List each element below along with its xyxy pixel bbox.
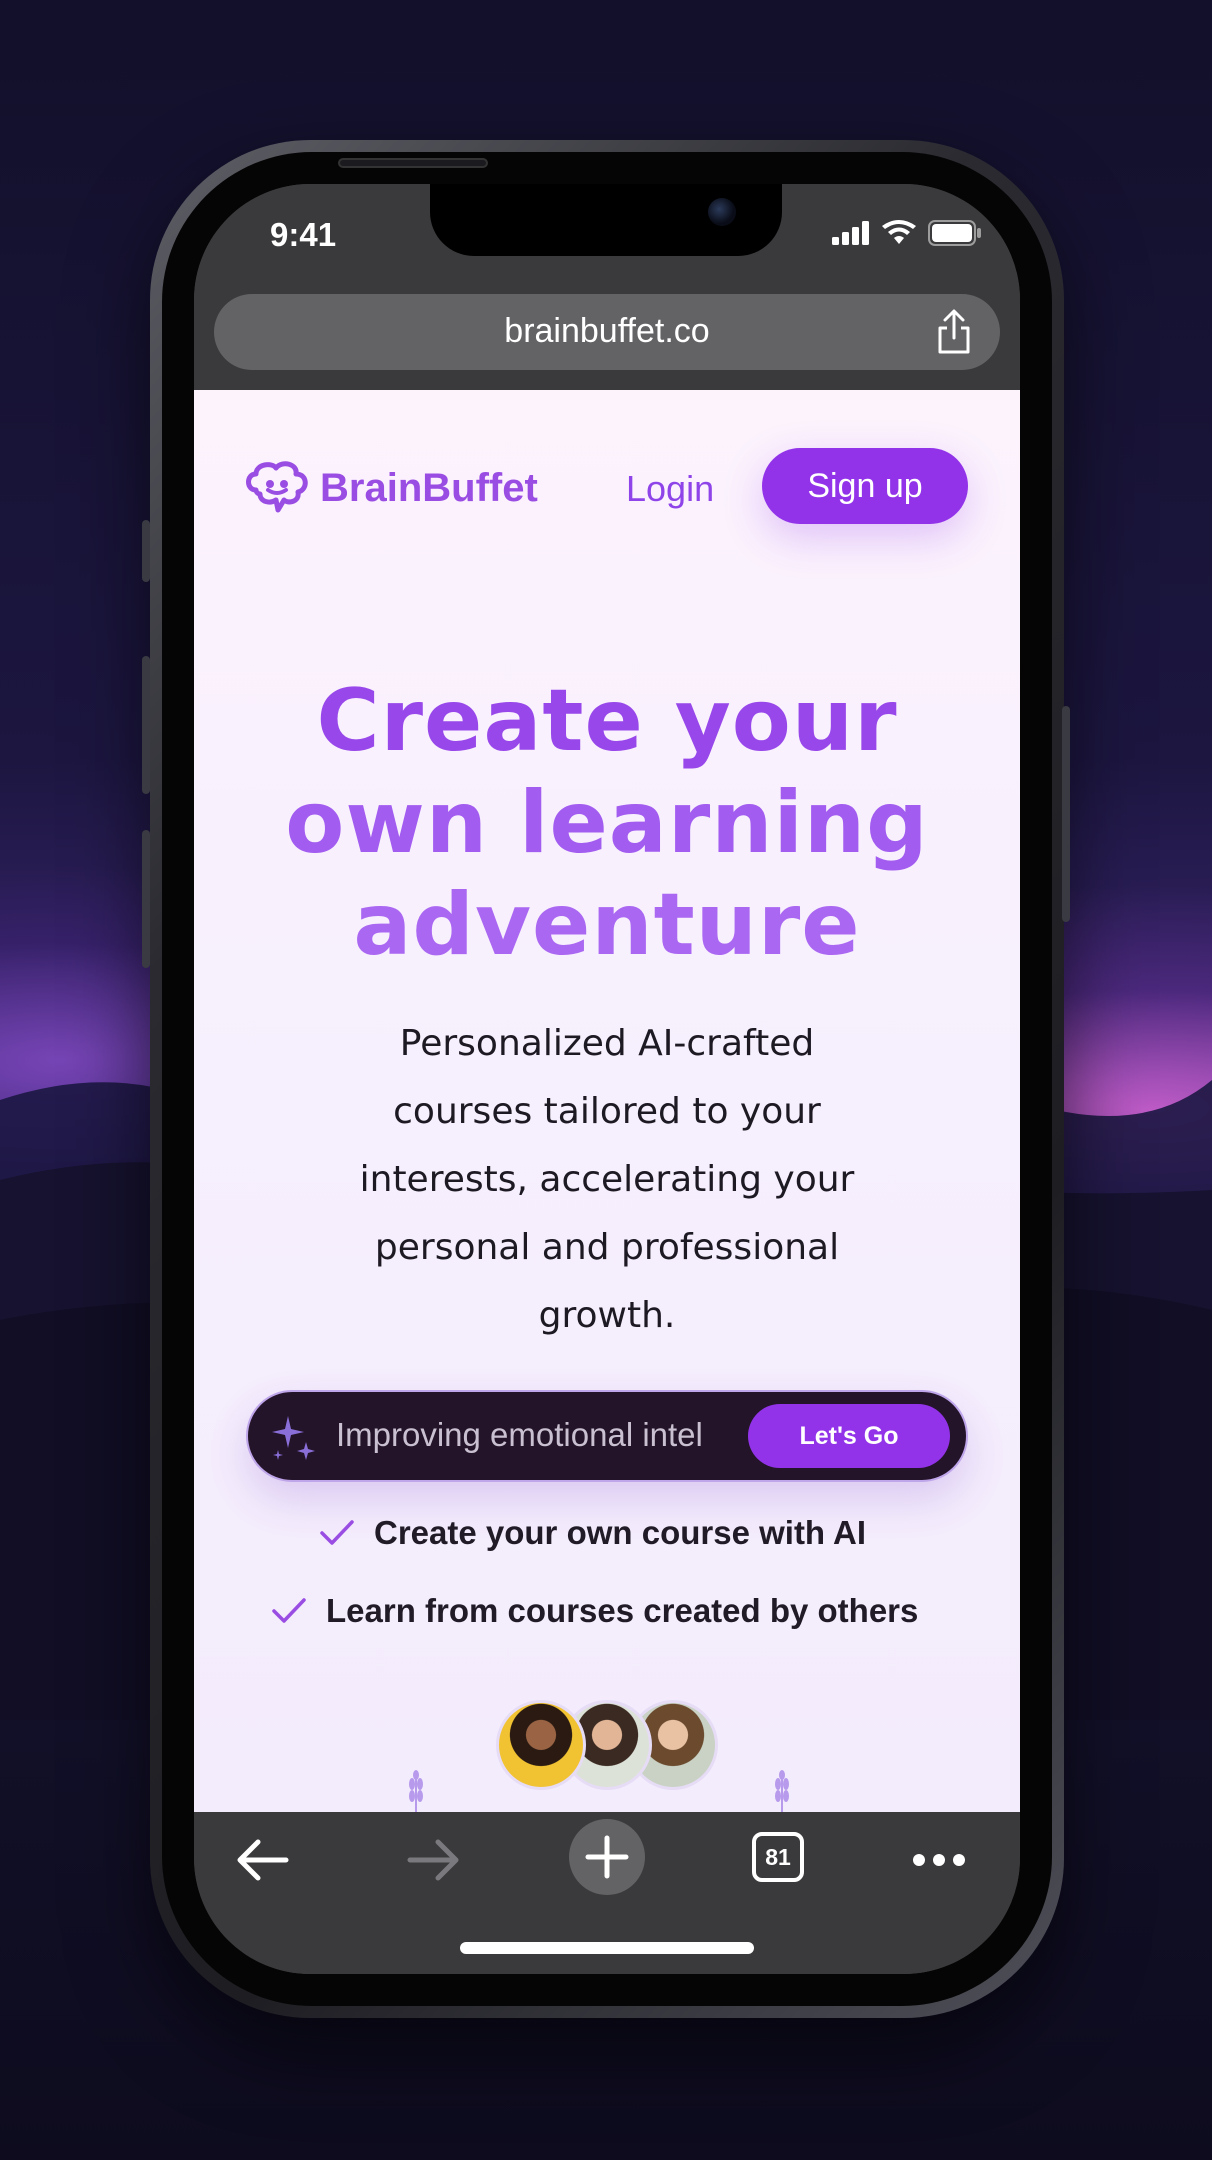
more-icon[interactable] — [912, 1852, 966, 1868]
user-avatars — [496, 1700, 718, 1792]
volume-down-button — [142, 830, 150, 968]
check-icon — [320, 1520, 354, 1545]
silent-switch — [142, 520, 150, 582]
wheat-icon — [409, 1770, 423, 1812]
brain-icon — [246, 461, 308, 513]
hero-line: Create your — [316, 671, 898, 771]
brand-logo[interactable]: BrainBuffet — [244, 460, 538, 516]
lets-go-button[interactable]: Let's Go — [748, 1404, 950, 1468]
feature-item: Learn from courses created by others — [272, 1592, 918, 1630]
hero-subtitle: Personalized AI-crafted courses tailored… — [294, 1010, 920, 1350]
address-bar-area: brainbuffet.co — [194, 284, 1020, 390]
arrow-right-icon[interactable] — [406, 1836, 462, 1884]
signup-button[interactable]: Sign up — [762, 448, 968, 524]
course-topic-input[interactable] — [336, 1416, 746, 1454]
share-icon[interactable] — [934, 308, 974, 356]
feature-item: Create your own course with AI — [320, 1514, 866, 1552]
feature-text: Create your own course with AI — [374, 1514, 867, 1551]
cellular-signal-icon — [832, 221, 869, 245]
notch — [430, 184, 782, 256]
plus-icon[interactable] — [568, 1818, 646, 1896]
subtitle-line: courses tailored to your — [393, 1091, 821, 1132]
front-camera — [708, 198, 736, 226]
phone-screen: 9:41 brainbuffet.co BrainBuffet Login Si… — [194, 184, 1020, 1974]
power-button — [1062, 706, 1070, 922]
tabs-icon[interactable]: 81 — [752, 1832, 804, 1882]
hero-line: own learning — [285, 773, 929, 873]
subtitle-line: personal and professional — [374, 1227, 840, 1268]
arrow-left-icon[interactable] — [234, 1836, 290, 1884]
login-link[interactable]: Login — [626, 468, 714, 510]
status-time: 9:41 — [270, 216, 337, 253]
wheat-icon — [775, 1770, 789, 1812]
address-bar[interactable]: brainbuffet.co — [214, 294, 1000, 370]
sparkle-icon — [272, 1416, 315, 1460]
wifi-icon — [882, 220, 916, 244]
feature-text: Learn from courses created by others — [326, 1592, 919, 1629]
web-content: BrainBuffet Login Sign up Create your ow… — [194, 390, 1020, 1812]
earpiece-speaker — [338, 158, 488, 168]
hero-line: adventure — [353, 875, 861, 975]
subtitle-line: interests, accelerating your — [359, 1159, 855, 1200]
check-icon — [272, 1598, 306, 1623]
avatar — [496, 1700, 586, 1790]
tab-count: 81 — [765, 1843, 791, 1870]
volume-up-button — [142, 656, 150, 794]
status-icons — [832, 220, 982, 246]
url-text[interactable]: brainbuffet.co — [214, 312, 1000, 351]
course-prompt-bar: Let's Go — [246, 1390, 968, 1482]
hero-headline: Create your own learning adventure — [234, 670, 980, 976]
subtitle-line: growth. — [538, 1295, 676, 1336]
brand-name: BrainBuffet — [320, 465, 538, 510]
subtitle-line: Personalized AI-crafted — [399, 1023, 815, 1064]
battery-icon — [928, 220, 981, 246]
home-indicator — [460, 1942, 754, 1954]
